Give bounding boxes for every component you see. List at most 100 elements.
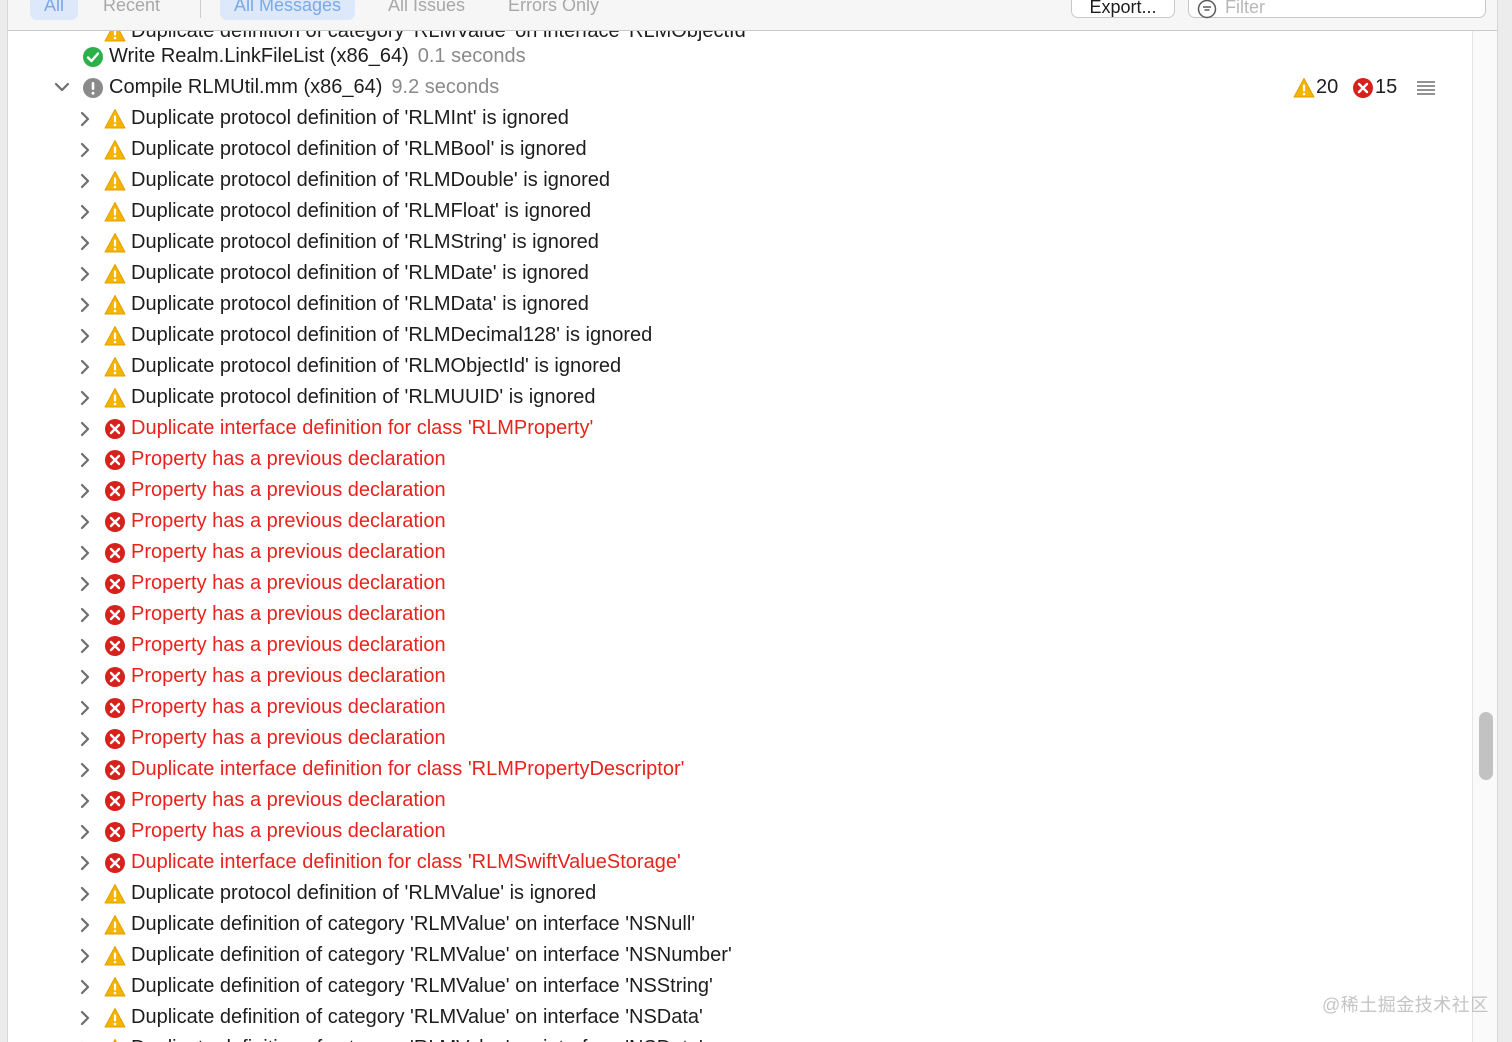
warning-message-row[interactable]: Duplicate protocol definition of 'RLMDou… [8,165,1472,196]
chevron-right-icon[interactable] [76,692,94,723]
log-message-text: Duplicate protocol definition of 'RLMObj… [131,355,622,377]
scope-recent-button[interactable]: Recent [89,0,174,20]
filter-field[interactable] [1188,0,1486,19]
chevron-right-icon[interactable] [76,506,94,537]
chevron-right-icon[interactable] [76,103,94,134]
warning-message-row[interactable]: Duplicate protocol definition of 'RLMObj… [8,351,1472,382]
chevron-right-icon[interactable] [76,599,94,630]
chevron-right-icon[interactable] [76,661,94,692]
error-message-row[interactable]: Property has a previous declaration [8,723,1472,754]
chevron-right-icon[interactable] [76,289,94,320]
warning-message-row[interactable]: Duplicate protocol definition of 'RLMBoo… [8,134,1472,165]
error-message-row[interactable]: Property has a previous declaration [8,537,1472,568]
scope-all-button[interactable]: All [30,0,79,20]
scrollbar-thumb[interactable] [1479,712,1493,780]
warning-message-row[interactable]: Duplicate protocol definition of 'RLMDat… [8,258,1472,289]
chevron-right-icon[interactable] [76,785,94,816]
chevron-right-icon[interactable] [76,1002,94,1033]
chevron-right-icon[interactable] [76,723,94,754]
chevron-right-icon[interactable] [76,940,94,971]
warning-message-row[interactable]: Duplicate protocol definition of 'RLMFlo… [8,196,1472,227]
filter-input[interactable] [1225,0,1465,19]
chevron-right-icon[interactable] [76,754,94,785]
chevron-right-icon[interactable] [76,630,94,661]
chevron-right-icon[interactable] [76,382,94,413]
chevron-right-icon[interactable] [76,847,94,878]
log-message-text: Property has a previous declaration [131,510,446,532]
chevron-right-icon[interactable] [76,878,94,909]
log-message-text: Property has a previous declaration [131,820,446,842]
chevron-right-icon[interactable] [76,196,94,227]
error-message-row[interactable]: Property has a previous declaration [8,630,1472,661]
warning-message-row[interactable]: Duplicate protocol definition of 'RLMStr… [8,227,1472,258]
warning-message-row[interactable]: Duplicate definition of category 'RLMVal… [8,971,1472,1002]
error-message-row[interactable]: Property has a previous declaration [8,661,1472,692]
chevron-right-icon[interactable] [76,165,94,196]
log-message-text: Duplicate interface definition for class… [131,417,594,439]
filter-errors-only-button[interactable]: Errors Only [494,0,613,20]
warning-icon [104,387,126,409]
error-message-row[interactable]: Property has a previous declaration [8,692,1472,723]
chevron-right-icon[interactable] [76,444,94,475]
error-icon [104,821,126,843]
warning-icon [104,945,126,967]
warning-message-row[interactable]: Duplicate protocol definition of 'RLMUUI… [8,382,1472,413]
log-message-text: Duplicate protocol definition of 'RLMInt… [131,107,569,129]
error-icon [104,790,126,812]
chevron-right-icon[interactable] [76,537,94,568]
warning-message-row[interactable]: Duplicate protocol definition of 'RLMInt… [8,103,1472,134]
warning-icon [104,1038,126,1042]
error-message-row[interactable]: Property has a previous declaration [8,475,1472,506]
warning-message-row[interactable]: Duplicate protocol definition of 'RLMVal… [8,878,1472,909]
warning-icon [104,1007,126,1029]
error-message-row[interactable]: Property has a previous declaration [8,444,1472,475]
error-message-row[interactable]: Property has a previous declaration [8,506,1472,537]
warning-icon [104,170,126,192]
write-step-row[interactable]: Write Realm.LinkFileList (x86_64) 0.1 sec… [8,41,1472,72]
toolbar-divider [200,0,201,18]
warning-message-row[interactable]: Duplicate definition of category 'RLMVal… [8,909,1472,940]
log-message-text: Duplicate definition of category 'RLMVal… [131,975,713,997]
filter-all-messages-button[interactable]: All Messages [220,0,356,20]
chevron-right-icon[interactable] [76,475,94,506]
error-message-row[interactable]: Property has a previous declaration [8,599,1472,630]
error-message-row[interactable]: Duplicate interface definition for class… [8,413,1472,444]
chevron-right-icon[interactable] [76,258,94,289]
warning-message-row[interactable]: Duplicate definition of category 'RLMVal… [8,940,1472,971]
error-message-row[interactable]: Duplicate interface definition for class… [8,754,1472,785]
chevron-right-icon[interactable] [76,320,94,351]
warning-icon [104,232,126,254]
chevron-right-icon[interactable] [76,413,94,444]
error-icon [104,542,126,564]
lines-detail-icon[interactable] [1416,79,1436,97]
warning-message-row[interactable]: Duplicate definition of category 'RLMVal… [8,1002,1472,1033]
chevron-down-icon[interactable] [52,72,70,103]
error-message-row[interactable]: Property has a previous declaration [8,785,1472,816]
chevron-right-icon[interactable] [76,134,94,165]
vertical-scrollbar[interactable] [1472,31,1498,1042]
step-duration: 0.1 seconds [417,45,526,67]
chevron-right-icon[interactable] [76,227,94,258]
chevron-right-icon[interactable] [76,1033,94,1042]
step-duration: 9.2 seconds [391,76,500,98]
chevron-right-icon[interactable] [76,971,94,1002]
compile-step-row[interactable]: Compile RLMUtil.mm (x86_64) 9.2 seconds 2… [8,72,1472,103]
error-icon [104,759,126,781]
error-message-row[interactable]: Property has a previous declaration [8,568,1472,599]
warning-message-row[interactable]: Duplicate protocol definition of 'RLMDec… [8,320,1472,351]
warning-message-row[interactable]: Duplicate protocol definition of 'RLMDat… [8,289,1472,320]
log-message-text: Property has a previous declaration [131,665,446,687]
chevron-right-icon[interactable] [76,568,94,599]
warning-icon [1293,78,1315,98]
chevron-right-icon[interactable] [76,351,94,382]
log-message-text: Property has a previous declaration [131,479,446,501]
filter-all-issues-button[interactable]: All Issues [374,0,479,20]
error-message-row[interactable]: Property has a previous declaration [8,816,1472,847]
log-message-text: Duplicate interface definition for class… [131,851,681,873]
warning-message-row[interactable]: Duplicate definition of category 'RLMVal… [8,1033,1472,1042]
error-message-row[interactable]: Duplicate interface definition for class… [8,847,1472,878]
export-button[interactable]: Export... [1071,0,1175,18]
error-icon [104,697,126,719]
chevron-right-icon[interactable] [76,816,94,847]
chevron-right-icon[interactable] [76,909,94,940]
